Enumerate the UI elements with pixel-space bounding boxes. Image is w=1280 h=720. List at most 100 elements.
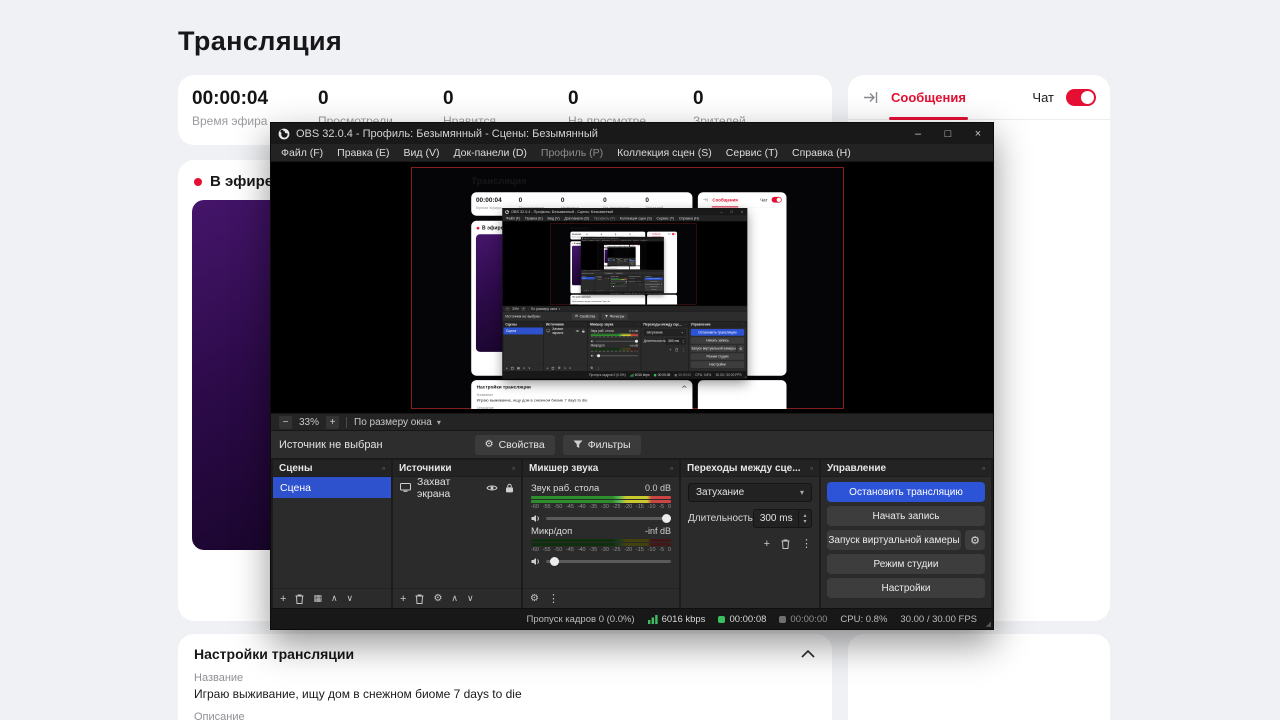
- visibility-eye-icon[interactable]: [486, 484, 498, 492]
- menu-help[interactable]: Справка (H): [785, 144, 858, 162]
- chat-toggle[interactable]: [1066, 88, 1096, 106]
- speaker-icon[interactable]: [531, 557, 541, 566]
- menu-edit[interactable]: Правка (E): [330, 144, 396, 162]
- filter-icon: [573, 440, 583, 449]
- volume-slider[interactable]: [546, 557, 671, 566]
- volume-slider[interactable]: [546, 514, 671, 523]
- dock-options-icon[interactable]: ▫: [982, 464, 985, 473]
- menu-scene-collection[interactable]: Коллекция сцен (S): [610, 144, 719, 162]
- stat-value: 0: [568, 88, 579, 109]
- filters-label: Фильтры: [587, 438, 631, 451]
- collapse-panel-icon[interactable]: [862, 89, 879, 106]
- properties-label: Свойства: [498, 438, 545, 451]
- sources-list: Захват экрана: [393, 477, 521, 588]
- obs-statusbar: Пропуск кадров 0 (0.0%) 6016 kbps 00:00:…: [271, 608, 993, 629]
- obs-preview-canvas[interactable]: Трансляция 00:00:04 Время эфира 0 Просмо…: [411, 167, 844, 409]
- record-inactive-icon: [779, 615, 787, 623]
- stream-settings-header[interactable]: Настройки трансляции: [194, 646, 816, 662]
- obs-menubar: Файл (F) Правка (E) Вид (V) Док-панели (…: [271, 144, 993, 162]
- add-transition-button[interactable]: +: [764, 538, 770, 550]
- mixer-settings-gear-icon[interactable]: ⚙: [530, 593, 539, 604]
- sources-toolbar: + ⚙ ∧ ∨: [393, 588, 521, 608]
- transitions-dock: Переходы между сце... ▫ Затухание ▾ Длит…: [681, 460, 819, 608]
- scene-item-selected[interactable]: Сцена: [273, 477, 391, 498]
- toggle-knob: [1081, 90, 1094, 104]
- volume-slider-knob[interactable]: [550, 557, 559, 566]
- chevron-up-icon[interactable]: [800, 649, 816, 659]
- scene-move-down-button[interactable]: ∨: [347, 593, 354, 604]
- source-item-controls: [486, 483, 514, 493]
- spin-down-icon[interactable]: ▾: [803, 519, 806, 525]
- volume-slider-knob[interactable]: [662, 514, 671, 523]
- remove-source-button[interactable]: [415, 594, 424, 604]
- zoom-out-button[interactable]: −: [279, 415, 292, 429]
- source-move-up-button[interactable]: ∧: [451, 593, 458, 604]
- menu-file[interactable]: Файл (F): [274, 144, 330, 162]
- channel-desktop-audio: Звук раб. стола 0.0 dB: [531, 483, 671, 494]
- screen: Трансляция 00:00:04 Время эфира 0 Просмо…: [0, 0, 1280, 720]
- scene-move-up-button[interactable]: ∧: [331, 593, 338, 604]
- source-move-down-button[interactable]: ∨: [467, 593, 474, 604]
- duration-spinbox[interactable]: 300 ms ▴ ▾: [752, 509, 812, 528]
- lock-icon[interactable]: [505, 483, 514, 493]
- cpu-usage: CPU: 0.8%: [840, 613, 888, 625]
- fit-window-dropdown[interactable]: По размеру окна ▾: [354, 417, 441, 428]
- menu-docks[interactable]: Док-панели (D): [446, 144, 533, 162]
- transition-select[interactable]: Затухание ▾: [688, 483, 812, 502]
- live-badge: В эфире: [210, 173, 274, 190]
- menu-view[interactable]: Вид (V): [397, 144, 447, 162]
- transitions-dock-header: Переходы между сце... ▫: [681, 460, 819, 477]
- start-recording-button[interactable]: Начать запись: [827, 506, 985, 526]
- dock-options-icon[interactable]: ▫: [512, 464, 515, 473]
- minimize-button[interactable]: –: [903, 123, 933, 144]
- virtual-camera-settings-button[interactable]: ⚙: [965, 530, 985, 550]
- add-source-button[interactable]: +: [400, 593, 406, 605]
- bottom-right-card: [848, 634, 1110, 720]
- scenes-dock: Сцены ▫ Сцена + ▦ ∧ ∨: [273, 460, 391, 608]
- zoom-in-button[interactable]: +: [326, 415, 340, 429]
- source-item-display-capture[interactable]: Захват экрана: [393, 477, 521, 500]
- channel-level: 0.0 dB: [644, 483, 671, 493]
- zoom-level: 33%: [299, 416, 320, 428]
- source-properties-button[interactable]: ⚙: [433, 593, 442, 604]
- tab-messages[interactable]: Сообщения: [889, 90, 968, 120]
- duration-row: Длительность 300 ms ▴ ▾: [688, 509, 812, 528]
- spin-arrows[interactable]: ▴ ▾: [798, 510, 811, 527]
- start-virtual-camera-button[interactable]: Запуск виртуальной камеры: [827, 530, 961, 550]
- properties-button[interactable]: ⚙ Свойства: [474, 434, 555, 455]
- dock-options-icon[interactable]: ▫: [670, 464, 673, 473]
- dock-options-icon[interactable]: ▫: [810, 464, 813, 473]
- dock-options-icon[interactable]: ▫: [382, 464, 385, 473]
- stat-value: 00:00:04: [192, 88, 269, 109]
- mixer-menu-icon[interactable]: ⋮: [548, 592, 559, 605]
- studio-mode-button[interactable]: Режим студии: [827, 554, 985, 574]
- meter-scale: -60 -55 -50 -45 -40 -35 -30 -25 -20 -15 -10 -5 0: [531, 504, 671, 510]
- channel-name: Микр/доп: [531, 526, 573, 537]
- remove-scene-button[interactable]: [295, 594, 304, 604]
- speaker-icon[interactable]: [531, 514, 541, 523]
- field-title-value[interactable]: Играю выживание, ищу дом в снежном биоме…: [194, 687, 816, 701]
- filters-button[interactable]: Фильтры: [562, 434, 641, 455]
- scenes-title: Сцены: [279, 462, 313, 474]
- scenes-toolbar: + ▦ ∧ ∨: [273, 588, 391, 608]
- resize-grip[interactable]: ◢: [986, 621, 991, 628]
- obs-preview-area: Трансляция 00:00:04 Время эфира 0 Просмо…: [271, 162, 993, 413]
- settings-button[interactable]: Настройки: [827, 578, 985, 598]
- scenes-list: Сцена: [273, 477, 391, 588]
- menu-profile[interactable]: Профиль (P): [534, 144, 610, 162]
- close-button[interactable]: ×: [963, 123, 993, 144]
- duration-value: 300 ms: [759, 513, 793, 524]
- menu-tools[interactable]: Сервис (T): [719, 144, 785, 162]
- add-scene-button[interactable]: +: [280, 593, 286, 605]
- preview-zoom-bar: − 33% + По размеру окна ▾: [271, 413, 993, 430]
- source-toolbar: Источник не выбран ⚙ Свойства Фильтры: [271, 430, 993, 458]
- remove-transition-button[interactable]: [781, 539, 790, 549]
- divider: [346, 416, 348, 428]
- transition-menu-icon[interactable]: ⋮: [801, 537, 812, 550]
- maximize-button[interactable]: □: [933, 123, 963, 144]
- controls-title: Управление: [827, 462, 887, 474]
- chat-panel-header: Сообщения Чат: [848, 75, 1110, 120]
- mixer-dock-header: Микшер звука ▫: [523, 460, 679, 477]
- scene-grid-mode-button[interactable]: ▦: [313, 593, 322, 604]
- stop-streaming-button[interactable]: Остановить трансляцию: [827, 482, 985, 502]
